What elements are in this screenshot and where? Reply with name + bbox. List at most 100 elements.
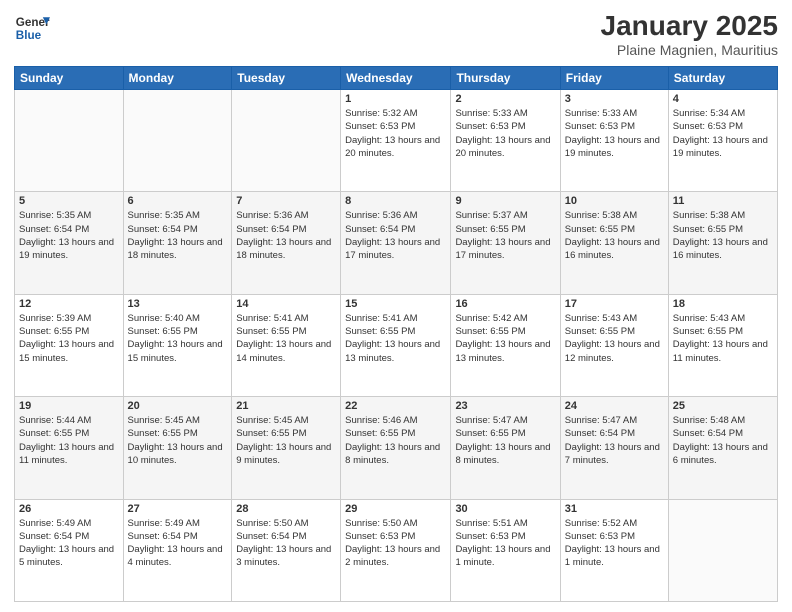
day-number: 6 [128, 195, 228, 207]
day-number: 13 [128, 298, 228, 310]
day-info: Sunrise: 5:38 AMSunset: 6:55 PMDaylight:… [565, 209, 664, 262]
day-info: Sunrise: 5:37 AMSunset: 6:55 PMDaylight:… [455, 209, 555, 262]
day-info: Sunrise: 5:34 AMSunset: 6:53 PMDaylight:… [673, 107, 773, 160]
header-saturday: Saturday [668, 67, 777, 90]
calendar-cell: 21 Sunrise: 5:45 AMSunset: 6:55 PMDayligh… [232, 397, 341, 499]
day-number: 17 [565, 298, 664, 310]
day-info: Sunrise: 5:38 AMSunset: 6:55 PMDaylight:… [673, 209, 773, 262]
day-number: 25 [673, 400, 773, 412]
header: General Blue January 2025 Plaine Magnien… [14, 10, 778, 58]
calendar-title: January 2025 [601, 10, 778, 42]
day-number: 8 [345, 195, 446, 207]
calendar-cell: 5Sunrise: 5:35 AMSunset: 6:54 PMDaylight… [15, 192, 124, 294]
day-number: 21 [236, 400, 336, 412]
calendar-cell: 10 Sunrise: 5:38 AMSunset: 6:55 PMDayligh… [560, 192, 668, 294]
day-info: Sunrise: 5:50 AMSunset: 6:53 PMDaylight:… [345, 517, 446, 570]
day-info: Sunrise: 5:43 AMSunset: 6:55 PMDaylight:… [673, 312, 773, 365]
day-info: Sunrise: 5:45 AMSunset: 6:55 PMDaylight:… [128, 414, 228, 467]
calendar-cell [123, 90, 232, 192]
day-info: Sunrise: 5:46 AMSunset: 6:55 PMDaylight:… [345, 414, 446, 467]
calendar-cell: 7 Sunrise: 5:36 AMSunset: 6:54 PMDaylight… [232, 192, 341, 294]
calendar-cell: 8 Sunrise: 5:36 AMSunset: 6:54 PMDaylight… [341, 192, 451, 294]
day-number: 14 [236, 298, 336, 310]
calendar-cell [668, 499, 777, 601]
calendar-cell: 17 Sunrise: 5:43 AMSunset: 6:55 PMDayligh… [560, 294, 668, 396]
day-number: 2 [455, 93, 555, 105]
calendar-cell: 28 Sunrise: 5:50 AMSunset: 6:54 PMDayligh… [232, 499, 341, 601]
day-number: 16 [455, 298, 555, 310]
day-info: Sunrise: 5:35 AMSunset: 6:54 PMDaylight:… [128, 209, 228, 262]
logo: General Blue [14, 10, 50, 46]
day-number: 24 [565, 400, 664, 412]
calendar-week-row: 26 Sunrise: 5:49 AMSunset: 6:54 PMDayligh… [15, 499, 778, 601]
calendar-page: General Blue January 2025 Plaine Magnien… [0, 0, 792, 612]
calendar-cell: 26 Sunrise: 5:49 AMSunset: 6:54 PMDayligh… [15, 499, 124, 601]
calendar-cell: 16Sunrise: 5:42 AMSunset: 6:55 PMDayligh… [451, 294, 560, 396]
header-sunday: Sunday [15, 67, 124, 90]
day-info: Sunrise: 5:44 AMSunset: 6:55 PMDaylight:… [19, 414, 119, 467]
day-info: Sunrise: 5:32 AMSunset: 6:53 PMDaylight:… [345, 107, 446, 160]
day-number: 20 [128, 400, 228, 412]
day-number: 7 [236, 195, 336, 207]
calendar-cell: 13 Sunrise: 5:40 AMSunset: 6:55 PMDayligh… [123, 294, 232, 396]
calendar-week-row: 5 Sunrise: 5:35 AMSunset: 6:54 PMDaylight… [15, 192, 778, 294]
day-number: 12 [19, 298, 119, 310]
day-number: 11 [673, 195, 773, 207]
day-info: Sunrise: 5:41 AMSunset: 6:55 PMDaylight:… [345, 312, 446, 365]
day-info: Sunrise: 5:43 AMSunset: 6:55 PMDaylight:… [565, 312, 664, 365]
day-number: 26 [19, 503, 119, 515]
calendar-cell: 18Sunrise: 5:43 AMSunset: 6:55 PMDayligh… [668, 294, 777, 396]
logo-icon: General Blue [14, 10, 50, 46]
day-number: 5 [19, 195, 119, 207]
calendar-cell: 24 Sunrise: 5:47 AMSunset: 6:54 PMDayligh… [560, 397, 668, 499]
day-info: Sunrise: 5:47 AMSunset: 6:55 PMDaylight:… [455, 414, 555, 467]
calendar-cell [232, 90, 341, 192]
calendar-cell: 30Sunrise: 5:51 AMSunset: 6:53 PMDayligh… [451, 499, 560, 601]
calendar-cell: 6 Sunrise: 5:35 AMSunset: 6:54 PMDaylight… [123, 192, 232, 294]
calendar-subtitle: Plaine Magnien, Mauritius [601, 42, 778, 58]
calendar-cell: 31 Sunrise: 5:52 AMSunset: 6:53 PMDayligh… [560, 499, 668, 601]
header-tuesday: Tuesday [232, 67, 341, 90]
calendar-cell: 9 Sunrise: 5:37 AMSunset: 6:55 PMDaylight… [451, 192, 560, 294]
calendar-cell: 1 Sunrise: 5:32 AMSunset: 6:53 PMDaylight… [341, 90, 451, 192]
calendar-week-row: 1 Sunrise: 5:32 AMSunset: 6:53 PMDaylight… [15, 90, 778, 192]
calendar-cell: 29Sunrise: 5:50 AMSunset: 6:53 PMDayligh… [341, 499, 451, 601]
day-number: 19 [19, 400, 119, 412]
day-number: 4 [673, 93, 773, 105]
day-number: 23 [455, 400, 555, 412]
calendar-cell: 14 Sunrise: 5:41 AMSunset: 6:55 PMDayligh… [232, 294, 341, 396]
calendar-cell: 23 Sunrise: 5:47 AMSunset: 6:55 PMDayligh… [451, 397, 560, 499]
calendar-cell: 20 Sunrise: 5:45 AMSunset: 6:55 PMDayligh… [123, 397, 232, 499]
day-info: Sunrise: 5:45 AMSunset: 6:55 PMDaylight:… [236, 414, 336, 467]
calendar-table: Sunday Monday Tuesday Wednesday Thursday… [14, 66, 778, 602]
title-block: January 2025 Plaine Magnien, Mauritius [601, 10, 778, 58]
calendar-cell: 15Sunrise: 5:41 AMSunset: 6:55 PMDayligh… [341, 294, 451, 396]
day-info: Sunrise: 5:52 AMSunset: 6:53 PMDaylight:… [565, 517, 664, 570]
day-number: 31 [565, 503, 664, 515]
day-number: 28 [236, 503, 336, 515]
day-info: Sunrise: 5:36 AMSunset: 6:54 PMDaylight:… [345, 209, 446, 262]
day-info: Sunrise: 5:50 AMSunset: 6:54 PMDaylight:… [236, 517, 336, 570]
calendar-cell [15, 90, 124, 192]
day-number: 9 [455, 195, 555, 207]
day-info: Sunrise: 5:49 AMSunset: 6:54 PMDaylight:… [19, 517, 119, 570]
day-number: 10 [565, 195, 664, 207]
day-info: Sunrise: 5:41 AMSunset: 6:55 PMDaylight:… [236, 312, 336, 365]
calendar-cell: 25 Sunrise: 5:48 AMSunset: 6:54 PMDayligh… [668, 397, 777, 499]
calendar-cell: 2 Sunrise: 5:33 AMSunset: 6:53 PMDaylight… [451, 90, 560, 192]
calendar-cell: 19 Sunrise: 5:44 AMSunset: 6:55 PMDayligh… [15, 397, 124, 499]
day-info: Sunrise: 5:36 AMSunset: 6:54 PMDaylight:… [236, 209, 336, 262]
day-number: 1 [345, 93, 446, 105]
day-info: Sunrise: 5:48 AMSunset: 6:54 PMDaylight:… [673, 414, 773, 467]
svg-text:Blue: Blue [16, 29, 42, 42]
header-friday: Friday [560, 67, 668, 90]
day-info: Sunrise: 5:51 AMSunset: 6:53 PMDaylight:… [455, 517, 555, 570]
day-info: Sunrise: 5:33 AMSunset: 6:53 PMDaylight:… [455, 107, 555, 160]
day-info: Sunrise: 5:40 AMSunset: 6:55 PMDaylight:… [128, 312, 228, 365]
day-info: Sunrise: 5:47 AMSunset: 6:54 PMDaylight:… [565, 414, 664, 467]
day-number: 27 [128, 503, 228, 515]
day-info: Sunrise: 5:39 AMSunset: 6:55 PMDaylight:… [19, 312, 119, 365]
calendar-week-row: 12 Sunrise: 5:39 AMSunset: 6:55 PMDayligh… [15, 294, 778, 396]
header-wednesday: Wednesday [341, 67, 451, 90]
calendar-cell: 22Sunrise: 5:46 AMSunset: 6:55 PMDayligh… [341, 397, 451, 499]
